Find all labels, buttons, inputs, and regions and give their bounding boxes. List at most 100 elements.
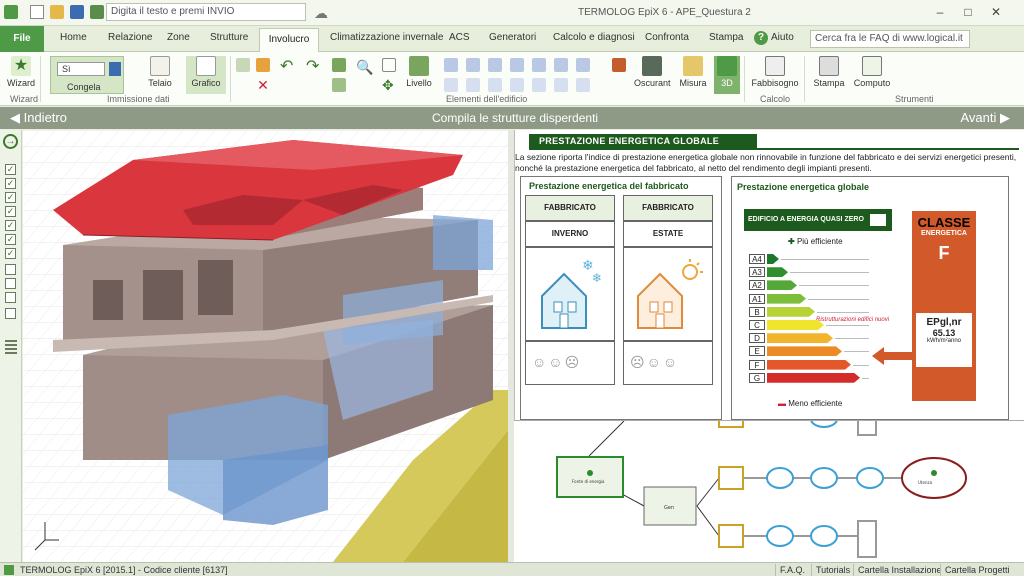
wall-icon[interactable] xyxy=(444,58,458,72)
energy-performance-panel: PRESTAZIONE ENERGETICA GLOBALE La sezion… xyxy=(514,130,1024,420)
help-label[interactable]: Aiuto xyxy=(771,32,794,43)
cloud-icon[interactable]: ☁ xyxy=(314,5,328,22)
layer-checkbox[interactable]: ✓ xyxy=(5,164,16,175)
tab-confronta[interactable]: Confronta xyxy=(645,32,689,43)
window-title: TERMOLOG EpiX 6 - APE_Questura 2 xyxy=(578,7,751,18)
tab-stampa[interactable]: Stampa xyxy=(709,32,743,43)
arrow-right-icon[interactable]: → xyxy=(3,134,18,149)
3d-viewport[interactable] xyxy=(23,130,508,562)
view-3d-button[interactable]: 3D xyxy=(714,56,740,94)
roof-icon[interactable] xyxy=(510,58,524,72)
circuit-node[interactable] xyxy=(810,467,838,489)
oscuranti-button[interactable]: Oscurant xyxy=(634,56,671,88)
tab-climatizzazione[interactable]: Climatizzazione invernale xyxy=(330,32,443,43)
telaio-label: Telaio xyxy=(148,78,172,88)
new-file-icon[interactable] xyxy=(30,5,44,19)
layer-checkbox[interactable] xyxy=(5,292,16,303)
open-folder-icon[interactable] xyxy=(50,5,64,19)
fabbisogno-button[interactable]: Fabbisogno xyxy=(750,56,800,88)
save-icon[interactable] xyxy=(70,5,84,19)
generator-node[interactable] xyxy=(718,524,744,548)
wizard-button[interactable]: ★ Wizard xyxy=(6,56,36,88)
floor-icon[interactable] xyxy=(532,58,546,72)
grid-icon[interactable] xyxy=(332,58,346,72)
slab-icon[interactable] xyxy=(466,78,480,92)
tab-home[interactable]: Home xyxy=(60,32,87,43)
undo-icon[interactable]: ↶ xyxy=(280,59,294,75)
tutorials-link[interactable]: Tutorials xyxy=(811,564,854,576)
pencil-icon[interactable] xyxy=(256,58,270,72)
minimize-button[interactable]: – xyxy=(930,3,950,21)
tab-file[interactable]: File xyxy=(0,26,44,52)
opening-icon[interactable] xyxy=(532,78,546,92)
circuit-node[interactable] xyxy=(766,525,794,547)
grafico-button[interactable]: Grafico xyxy=(186,56,226,94)
generator-node[interactable] xyxy=(718,466,744,490)
select-cursor-icon[interactable] xyxy=(236,58,250,72)
maximize-button[interactable]: □ xyxy=(958,3,978,21)
ceiling-icon[interactable] xyxy=(444,78,458,92)
column-icon[interactable] xyxy=(554,58,568,72)
faq-link[interactable]: F.A.Q. xyxy=(775,564,809,576)
layer-checkbox[interactable]: ✓ xyxy=(5,234,16,245)
telaio-button[interactable]: Telaio xyxy=(140,56,180,88)
delete-icon[interactable]: ✕ xyxy=(256,78,270,92)
layer-checkbox[interactable]: ✓ xyxy=(5,192,16,203)
tab-strutture[interactable]: Strutture xyxy=(210,32,248,43)
balcony-icon[interactable] xyxy=(488,78,502,92)
circuit-node[interactable] xyxy=(766,467,794,489)
tab-relazione[interactable]: Relazione xyxy=(108,32,152,43)
door-icon[interactable] xyxy=(488,58,502,72)
zoom-icon[interactable]: 🔍 xyxy=(356,60,373,74)
toggle-si[interactable]: Sì xyxy=(57,62,105,76)
misura-button[interactable]: Misura xyxy=(678,56,708,88)
tab-generatori[interactable]: Generatori xyxy=(489,32,536,43)
tab-calcolo[interactable]: Calcolo e diagnosi xyxy=(553,32,635,43)
rating-faces-icon: ☹☺☺ xyxy=(630,354,680,370)
back-button[interactable]: ◀ Indietro xyxy=(10,110,67,126)
class-guide-line xyxy=(862,377,869,379)
redo-icon[interactable]: ↷ xyxy=(306,59,320,75)
terminal-node[interactable] xyxy=(857,520,877,558)
circuit-node[interactable] xyxy=(810,525,838,547)
bridge-icon[interactable] xyxy=(576,58,590,72)
layer-checkbox[interactable]: ✓ xyxy=(5,248,16,259)
list-view-icon[interactable] xyxy=(5,340,17,354)
source-node[interactable] xyxy=(556,456,624,498)
layer-checkbox[interactable]: ✓ xyxy=(5,220,16,231)
stampa-button[interactable]: Stampa xyxy=(812,56,846,88)
close-button[interactable]: ✕ xyxy=(986,3,1006,21)
projects-folder-link[interactable]: Cartella Progetti xyxy=(940,564,1014,576)
tab-acs[interactable]: ACS xyxy=(449,32,470,43)
install-folder-link[interactable]: Cartella Installazione xyxy=(853,564,946,576)
layer-checkbox[interactable]: ✓ xyxy=(5,206,16,217)
computo-button[interactable]: Computo xyxy=(852,56,892,88)
user-node[interactable] xyxy=(901,457,967,499)
layer-checkbox[interactable]: ✓ xyxy=(5,178,16,189)
tab-involucro[interactable]: Involucro xyxy=(259,28,319,52)
save-state-icon xyxy=(109,62,121,76)
snap-icon[interactable] xyxy=(332,78,346,92)
pan-icon[interactable]: ✥ xyxy=(382,78,396,92)
shading-icon[interactable] xyxy=(612,58,626,72)
faq-search-input[interactable]: Cerca fra le FAQ di www.logical.it xyxy=(810,30,970,48)
plant-diagram[interactable]: Fonte di energia Gen Utenza xyxy=(514,420,1024,562)
layer-checkbox[interactable] xyxy=(5,278,16,289)
tab-zone[interactable]: Zone xyxy=(167,32,190,43)
next-button[interactable]: Avanti ▶ xyxy=(960,110,1010,126)
layer-checkbox[interactable] xyxy=(5,264,16,275)
partition-icon[interactable] xyxy=(554,78,568,92)
stair-icon[interactable] xyxy=(510,78,524,92)
layer-checkbox[interactable] xyxy=(5,308,16,319)
circuit-node[interactable] xyxy=(856,467,884,489)
help-icon[interactable]: ? xyxy=(754,31,768,45)
energy-class-label: C xyxy=(749,320,765,330)
header-rule xyxy=(529,148,1019,150)
zoom-extents-icon[interactable] xyxy=(382,58,396,72)
command-search-input[interactable]: Digita il testo e premi INVIO xyxy=(106,3,306,21)
livello-button[interactable]: Livello xyxy=(404,56,434,88)
space-icon[interactable] xyxy=(576,78,590,92)
calculator-icon[interactable] xyxy=(90,5,104,19)
window-icon[interactable] xyxy=(466,58,480,72)
congela-toggle[interactable]: Sì Congela xyxy=(50,56,124,94)
